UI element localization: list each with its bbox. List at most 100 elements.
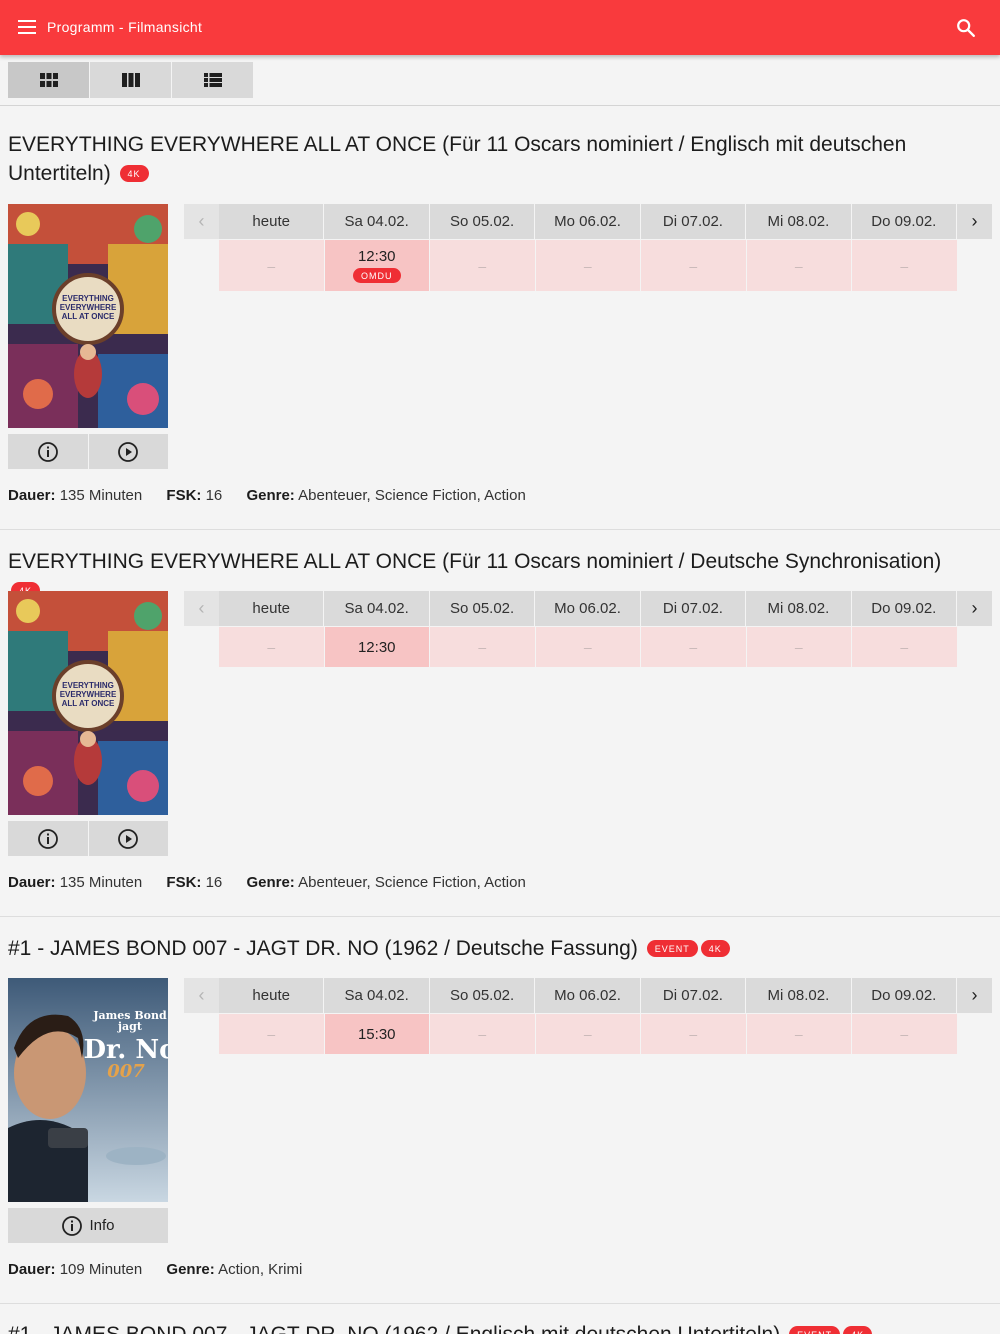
day-header[interactable]: Mi 08.02.: [746, 204, 851, 239]
genre-label: Genre:: [166, 1261, 215, 1278]
view-mode-toggle: [8, 62, 253, 98]
search-icon[interactable]: [955, 17, 977, 39]
day-header[interactable]: Mo 06.02.: [535, 978, 640, 1013]
showtime-schedule: ‹ heute Sa 04.02. So 05.02. Mo 06.02. Di…: [184, 204, 993, 291]
poster-actions: [8, 434, 168, 469]
divider: [0, 1303, 1000, 1304]
poster-text: jagt: [117, 1020, 143, 1033]
empty-slot: –: [430, 1014, 535, 1054]
empty-slot: –: [852, 240, 957, 291]
svg-text:EVERYWHERE: EVERYWHERE: [60, 690, 117, 699]
divider: [0, 105, 1000, 106]
day-header[interactable]: So 05.02.: [429, 978, 535, 1013]
grid-view-button[interactable]: [8, 62, 89, 98]
svg-text:EVERYTHING: EVERYTHING: [62, 681, 114, 690]
movie-title-text: #1 - JAMES BOND 007 - JAGT DR. NO (1962 …: [8, 1323, 780, 1334]
empty-slot: –: [535, 627, 640, 667]
info-button[interactable]: Info: [8, 1208, 168, 1243]
day-header[interactable]: Di 07.02.: [640, 978, 746, 1013]
day-header[interactable]: Do 09.02.: [851, 978, 957, 1013]
movie-poster[interactable]: EVERYTHING EVERYWHERE ALL AT ONCE: [8, 591, 168, 815]
empty-slot: –: [746, 1014, 851, 1054]
badge-4k: 4K: [119, 165, 149, 182]
showtime-slot[interactable]: 12:30 OMDU: [324, 240, 429, 291]
chevron-right-icon[interactable]: ›: [957, 204, 993, 239]
empty-slot: –: [535, 1014, 640, 1054]
chevron-left-icon[interactable]: ‹: [184, 591, 219, 626]
info-button[interactable]: [8, 434, 88, 469]
list-view-button[interactable]: [172, 62, 253, 98]
day-header[interactable]: heute: [218, 204, 324, 239]
empty-slot: –: [430, 240, 535, 291]
duration-value: 135 Minuten: [59, 874, 143, 891]
duration-value: 109 Minuten: [59, 1261, 143, 1278]
chevron-right-icon[interactable]: ›: [957, 978, 993, 1013]
empty-slot: –: [746, 627, 851, 667]
chevron-right-icon[interactable]: ›: [957, 591, 993, 626]
day-header[interactable]: Mi 08.02.: [746, 591, 851, 626]
day-header[interactable]: Sa 04.02.: [324, 978, 429, 1013]
showtime-slot[interactable]: 12:30: [324, 627, 429, 667]
info-button-label: Info: [89, 1217, 115, 1234]
movie-meta: Dauer: 109 Minuten Genre: Action, Krimi: [8, 1261, 322, 1278]
day-header[interactable]: Di 07.02.: [640, 591, 746, 626]
trailer-button[interactable]: [88, 434, 168, 469]
omdu-badge: OMDU: [353, 268, 401, 283]
day-header[interactable]: Sa 04.02.: [324, 591, 429, 626]
day-header[interactable]: So 05.02.: [429, 204, 535, 239]
genre-value: Abenteuer, Science Fiction, Action: [298, 874, 526, 891]
column-view-button[interactable]: [90, 62, 171, 98]
fsk-value: 16: [205, 487, 223, 504]
movie-poster[interactable]: James Bond jagt Dr. No 007: [8, 978, 168, 1202]
showtime: 12:30: [357, 638, 396, 656]
empty-slot: –: [219, 1014, 324, 1054]
day-header[interactable]: heute: [218, 978, 324, 1013]
duration-label: Dauer:: [8, 1261, 56, 1278]
svg-text:ALL AT ONCE: ALL AT ONCE: [62, 312, 115, 321]
day-header[interactable]: Sa 04.02.: [324, 204, 429, 239]
showtime: 15:30: [357, 1025, 396, 1043]
day-header[interactable]: Do 09.02.: [851, 204, 957, 239]
movie-title[interactable]: #1 - JAMES BOND 007 - JAGT DR. NO (1962 …: [8, 934, 978, 963]
fsk-value: 16: [205, 874, 223, 891]
empty-slot: –: [641, 1014, 746, 1054]
movie-title[interactable]: #1 - JAMES BOND 007 - JAGT DR. NO (1962 …: [8, 1320, 1000, 1334]
fsk-label: FSK:: [166, 487, 202, 504]
trailer-button[interactable]: [88, 821, 168, 856]
empty-slot: –: [219, 240, 324, 291]
empty-slot: –: [852, 627, 957, 667]
day-header[interactable]: Mi 08.02.: [746, 978, 851, 1013]
showtime-schedule: ‹ heute Sa 04.02. So 05.02. Mo 06.02. Di…: [184, 978, 993, 1054]
poster-actions: [8, 821, 168, 856]
empty-slot: –: [430, 627, 535, 667]
duration-value: 135 Minuten: [59, 487, 143, 504]
day-header[interactable]: So 05.02.: [429, 591, 535, 626]
day-header[interactable]: Mo 06.02.: [535, 204, 640, 239]
badge-4k: 4K: [700, 940, 730, 957]
divider: [0, 529, 1000, 530]
menu-icon[interactable]: [18, 19, 38, 35]
empty-slot: –: [219, 627, 324, 667]
page-title: Programm - Filmansicht: [47, 19, 203, 35]
day-header[interactable]: Do 09.02.: [851, 591, 957, 626]
day-header[interactable]: heute: [218, 591, 324, 626]
badge-event: EVENT: [789, 1326, 841, 1334]
showtime-slot[interactable]: 15:30: [324, 1014, 429, 1054]
movie-title[interactable]: EVERYTHING EVERYWHERE ALL AT ONCE (Für 1…: [8, 130, 978, 188]
day-header[interactable]: Mo 06.02.: [535, 591, 640, 626]
info-button[interactable]: [8, 821, 88, 856]
chevron-left-icon[interactable]: ‹: [184, 204, 219, 239]
genre-value: Action, Krimi: [218, 1261, 303, 1278]
poster-text: 007: [107, 1061, 145, 1082]
play-icon: [118, 828, 139, 849]
empty-slot: –: [641, 627, 746, 667]
poster-actions: Info: [8, 1208, 168, 1243]
chevron-left-icon[interactable]: ‹: [184, 978, 219, 1013]
day-header[interactable]: Di 07.02.: [640, 204, 746, 239]
genre-label: Genre:: [246, 487, 295, 504]
movie-meta: Dauer: 135 Minuten FSK: 16 Genre: Abente…: [8, 487, 546, 504]
grid-view-icon: [39, 73, 58, 87]
svg-text:EVERYWHERE: EVERYWHERE: [60, 303, 117, 312]
movie-poster[interactable]: EVERYTHING EVERYWHERE ALL AT ONCE: [8, 204, 168, 428]
showtime: 12:30: [357, 248, 396, 265]
